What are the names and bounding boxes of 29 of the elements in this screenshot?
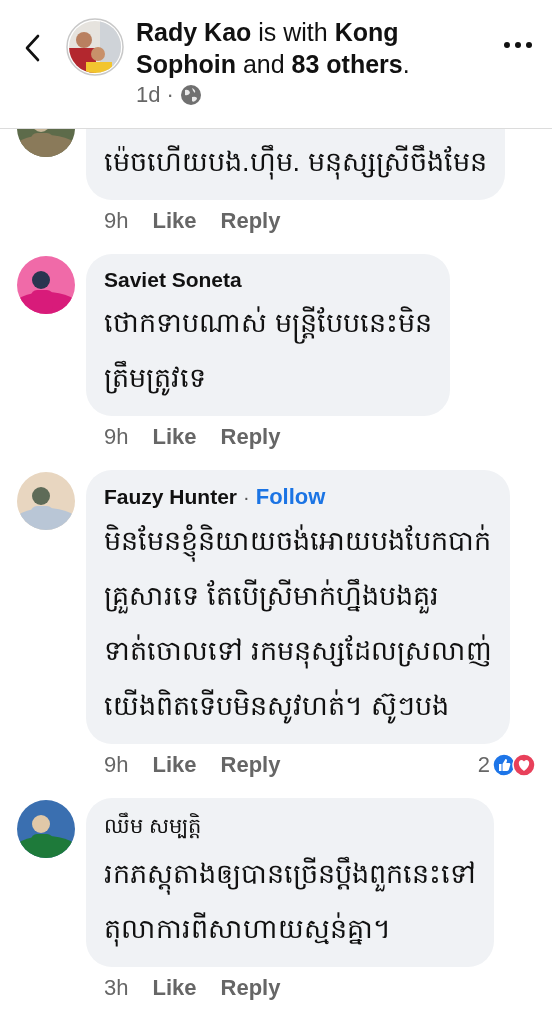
- commenter-name[interactable]: ឈឹម សម្បត្តិ: [104, 812, 201, 843]
- comment-text: ថោកទាបណាស់ មន្ត្រីបែបនេះមិន ត្រឹមត្រូវទេ: [104, 296, 432, 406]
- reaction-count: 2: [477, 752, 490, 778]
- like-link[interactable]: Like: [152, 424, 197, 450]
- comment-text: រកភស្តុតាងឲ្យបានច្រើនប្តឹងពួកនេះទៅ តុលាការពីសាហាយស្មន់គ្នា។: [104, 847, 476, 957]
- reply-link[interactable]: Reply: [220, 975, 281, 1001]
- post-time: 1d ·: [136, 82, 174, 108]
- comment-time: 9h: [104, 208, 129, 234]
- comment-time: 3h: [104, 975, 129, 1001]
- separator-dot: ·: [243, 486, 250, 509]
- more-icon[interactable]: [504, 42, 532, 48]
- commenter-name[interactable]: Fauzy Hunter: [104, 485, 237, 509]
- comment-time: 9h: [104, 752, 129, 778]
- like-reaction-icon: [492, 753, 516, 777]
- reply-link[interactable]: Reply: [220, 208, 281, 234]
- comment-time: 9h: [104, 424, 129, 450]
- comment-text: ម៉េចហើយបង.ហ៊ឹម. មនុស្សស្រីចឹងមែន: [104, 135, 487, 190]
- like-link[interactable]: Like: [152, 975, 197, 1001]
- reply-link[interactable]: Reply: [220, 752, 281, 778]
- comment-text: មិនមែនខ្ញុំនិយាយចង់អោយបងបែកបាក់ គ្រួសារទេ តែបើស្រីមាក់ហ្នឹងបងគួរ ទាត់ចោលទៅ រកមនុស្សដែលស្រលាញ់ យើងពិតទើបមិនសូវហត់។ ស៊ូៗបង: [104, 514, 492, 734]
- commenter-name[interactable]: Saviet Soneta: [104, 268, 242, 292]
- back-icon[interactable]: [24, 34, 40, 62]
- like-link[interactable]: Like: [152, 752, 197, 778]
- globe-icon: [179, 84, 202, 106]
- reply-link[interactable]: Reply: [220, 424, 281, 450]
- like-link[interactable]: Like: [152, 208, 197, 234]
- love-reaction-icon: [512, 753, 536, 777]
- follow-link[interactable]: Follow: [255, 484, 326, 510]
- post-title: Rady Kao is with Kong Sophoin and 83 others.: [136, 17, 411, 80]
